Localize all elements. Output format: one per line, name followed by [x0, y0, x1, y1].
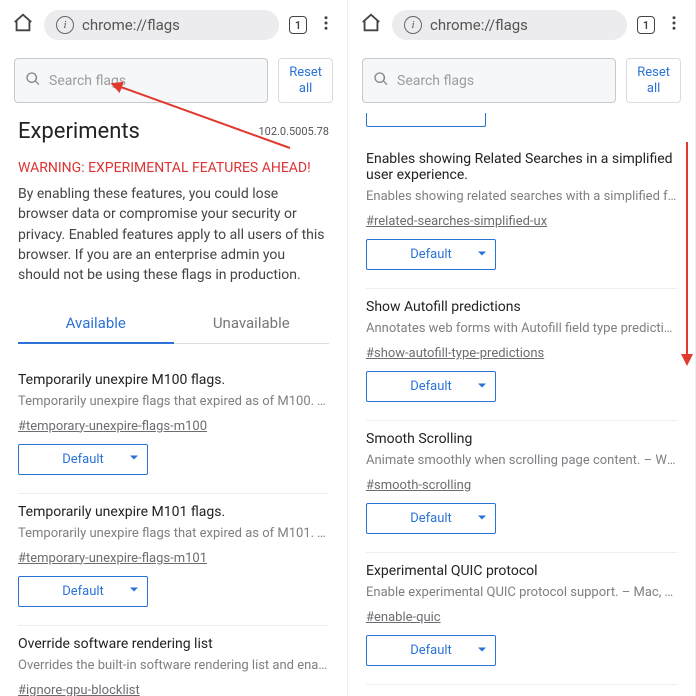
- left-content: Experiments 102.0.5005.78 WARNING: EXPER…: [0, 111, 347, 696]
- chevron-down-icon: [477, 511, 487, 526]
- right-content: Enables showing Related Searches in a si…: [348, 111, 695, 696]
- flag-title: Temporarily unexpire M101 flags.: [18, 504, 329, 520]
- chevron-down-icon: [129, 452, 139, 467]
- flag-dropdown[interactable]: Default: [366, 503, 496, 534]
- flag-dropdown[interactable]: Default: [18, 576, 148, 607]
- tabs-icon[interactable]: 1: [637, 16, 655, 34]
- browser-toolbar: i chrome://flags 1: [0, 0, 347, 50]
- flag-desc: Enable experimental QUIC protocol suppor…: [366, 585, 677, 600]
- flag-dropdown[interactable]: Default: [366, 635, 496, 666]
- flag-item: Override software rendering list Overrid…: [18, 626, 329, 696]
- flag-anchor[interactable]: #temporary-unexpire-flags-m101: [18, 551, 207, 566]
- page-title: Experiments: [18, 119, 140, 144]
- warning-blurb: By enabling these features, you could lo…: [18, 184, 329, 303]
- flag-desc: Temporarily unexpire flags that expired …: [18, 526, 329, 541]
- tab-available[interactable]: Available: [18, 304, 174, 344]
- flag-title: Experimental QUIC protocol: [366, 563, 677, 579]
- chevron-down-icon: [477, 643, 487, 658]
- overflow-menu-icon[interactable]: [665, 14, 683, 36]
- tab-unavailable[interactable]: Unavailable: [174, 304, 330, 343]
- search-icon: [373, 71, 389, 91]
- tab-bar: Available Unavailable: [18, 304, 329, 344]
- flag-anchor[interactable]: #temporary-unexpire-flags-m100: [18, 419, 207, 434]
- flag-desc: Overrides the built-in software renderin…: [18, 658, 329, 673]
- flag-anchor[interactable]: #ignore-gpu-blocklist: [18, 683, 140, 696]
- overflow-menu-icon[interactable]: [317, 14, 335, 36]
- flag-dropdown[interactable]: Default: [366, 371, 496, 402]
- pane-right: i chrome://flags 1 Reset all Enables sho…: [348, 0, 696, 696]
- warning-text: WARNING: EXPERIMENTAL FEATURES AHEAD!: [18, 144, 329, 184]
- chevron-down-icon: [477, 247, 487, 262]
- url-text: chrome://flags: [430, 16, 528, 34]
- flag-item: Temporarily unexpire M101 flags. Tempora…: [18, 494, 329, 626]
- search-row: Reset all: [0, 50, 347, 111]
- tabs-icon[interactable]: 1: [289, 16, 307, 34]
- flag-anchor[interactable]: #enable-quic: [366, 610, 441, 625]
- reset-all-button[interactable]: Reset all: [278, 58, 333, 103]
- flag-anchor[interactable]: #related-searches-simplified-ux: [366, 214, 547, 229]
- search-field[interactable]: [49, 73, 257, 89]
- flag-desc: Enables showing related searches with a …: [366, 189, 677, 204]
- flag-title: Smooth Scrolling: [366, 431, 677, 447]
- flag-title: Show Autofill predictions: [366, 299, 677, 315]
- flag-item: Temporarily unexpire M100 flags. Tempora…: [18, 362, 329, 494]
- flag-dropdown[interactable]: Default: [366, 239, 496, 270]
- flag-desc: Temporarily unexpire flags that expired …: [18, 394, 329, 409]
- url-text: chrome://flags: [82, 16, 180, 34]
- flag-dropdown[interactable]: Default: [18, 444, 148, 475]
- search-icon: [25, 71, 41, 91]
- home-icon[interactable]: [12, 12, 34, 38]
- flag-title: Temporarily unexpire M100 flags.: [18, 372, 329, 388]
- chevron-down-icon: [129, 584, 139, 599]
- flag-anchor[interactable]: #smooth-scrolling: [366, 478, 471, 493]
- flag-item: Smooth Scrolling Animate smoothly when s…: [366, 421, 677, 553]
- reset-all-button[interactable]: Reset all: [626, 58, 681, 103]
- flag-item: Latest stable JavaScript features Some w…: [366, 685, 677, 696]
- flag-desc: Animate smoothly when scrolling page con…: [366, 453, 677, 468]
- flag-desc: Annotates web forms with Autofill field …: [366, 321, 677, 336]
- flag-item: Show Autofill predictions Annotates web …: [366, 289, 677, 421]
- flag-title: Enables showing Related Searches in a si…: [366, 151, 677, 183]
- flag-item: Enables showing Related Searches in a si…: [366, 141, 677, 289]
- version-text: 102.0.5005.78: [258, 125, 329, 138]
- site-info-icon[interactable]: i: [56, 16, 74, 34]
- search-row: Reset all: [348, 50, 695, 111]
- search-field[interactable]: [397, 73, 605, 89]
- home-icon[interactable]: [360, 12, 382, 38]
- flag-item: Experimental QUIC protocol Enable experi…: [366, 553, 677, 685]
- pane-left: i chrome://flags 1 Reset all Experiments…: [0, 0, 348, 696]
- search-flags-input[interactable]: [362, 58, 616, 103]
- chevron-down-icon: [477, 379, 487, 394]
- address-bar[interactable]: i chrome://flags: [392, 10, 627, 40]
- browser-toolbar: i chrome://flags 1: [348, 0, 695, 50]
- partial-dropdown[interactable]: [366, 113, 486, 127]
- search-flags-input[interactable]: [14, 58, 268, 103]
- flag-title: Override software rendering list: [18, 636, 329, 652]
- address-bar[interactable]: i chrome://flags: [44, 10, 279, 40]
- flag-anchor[interactable]: #show-autofill-type-predictions: [366, 346, 544, 361]
- site-info-icon[interactable]: i: [404, 16, 422, 34]
